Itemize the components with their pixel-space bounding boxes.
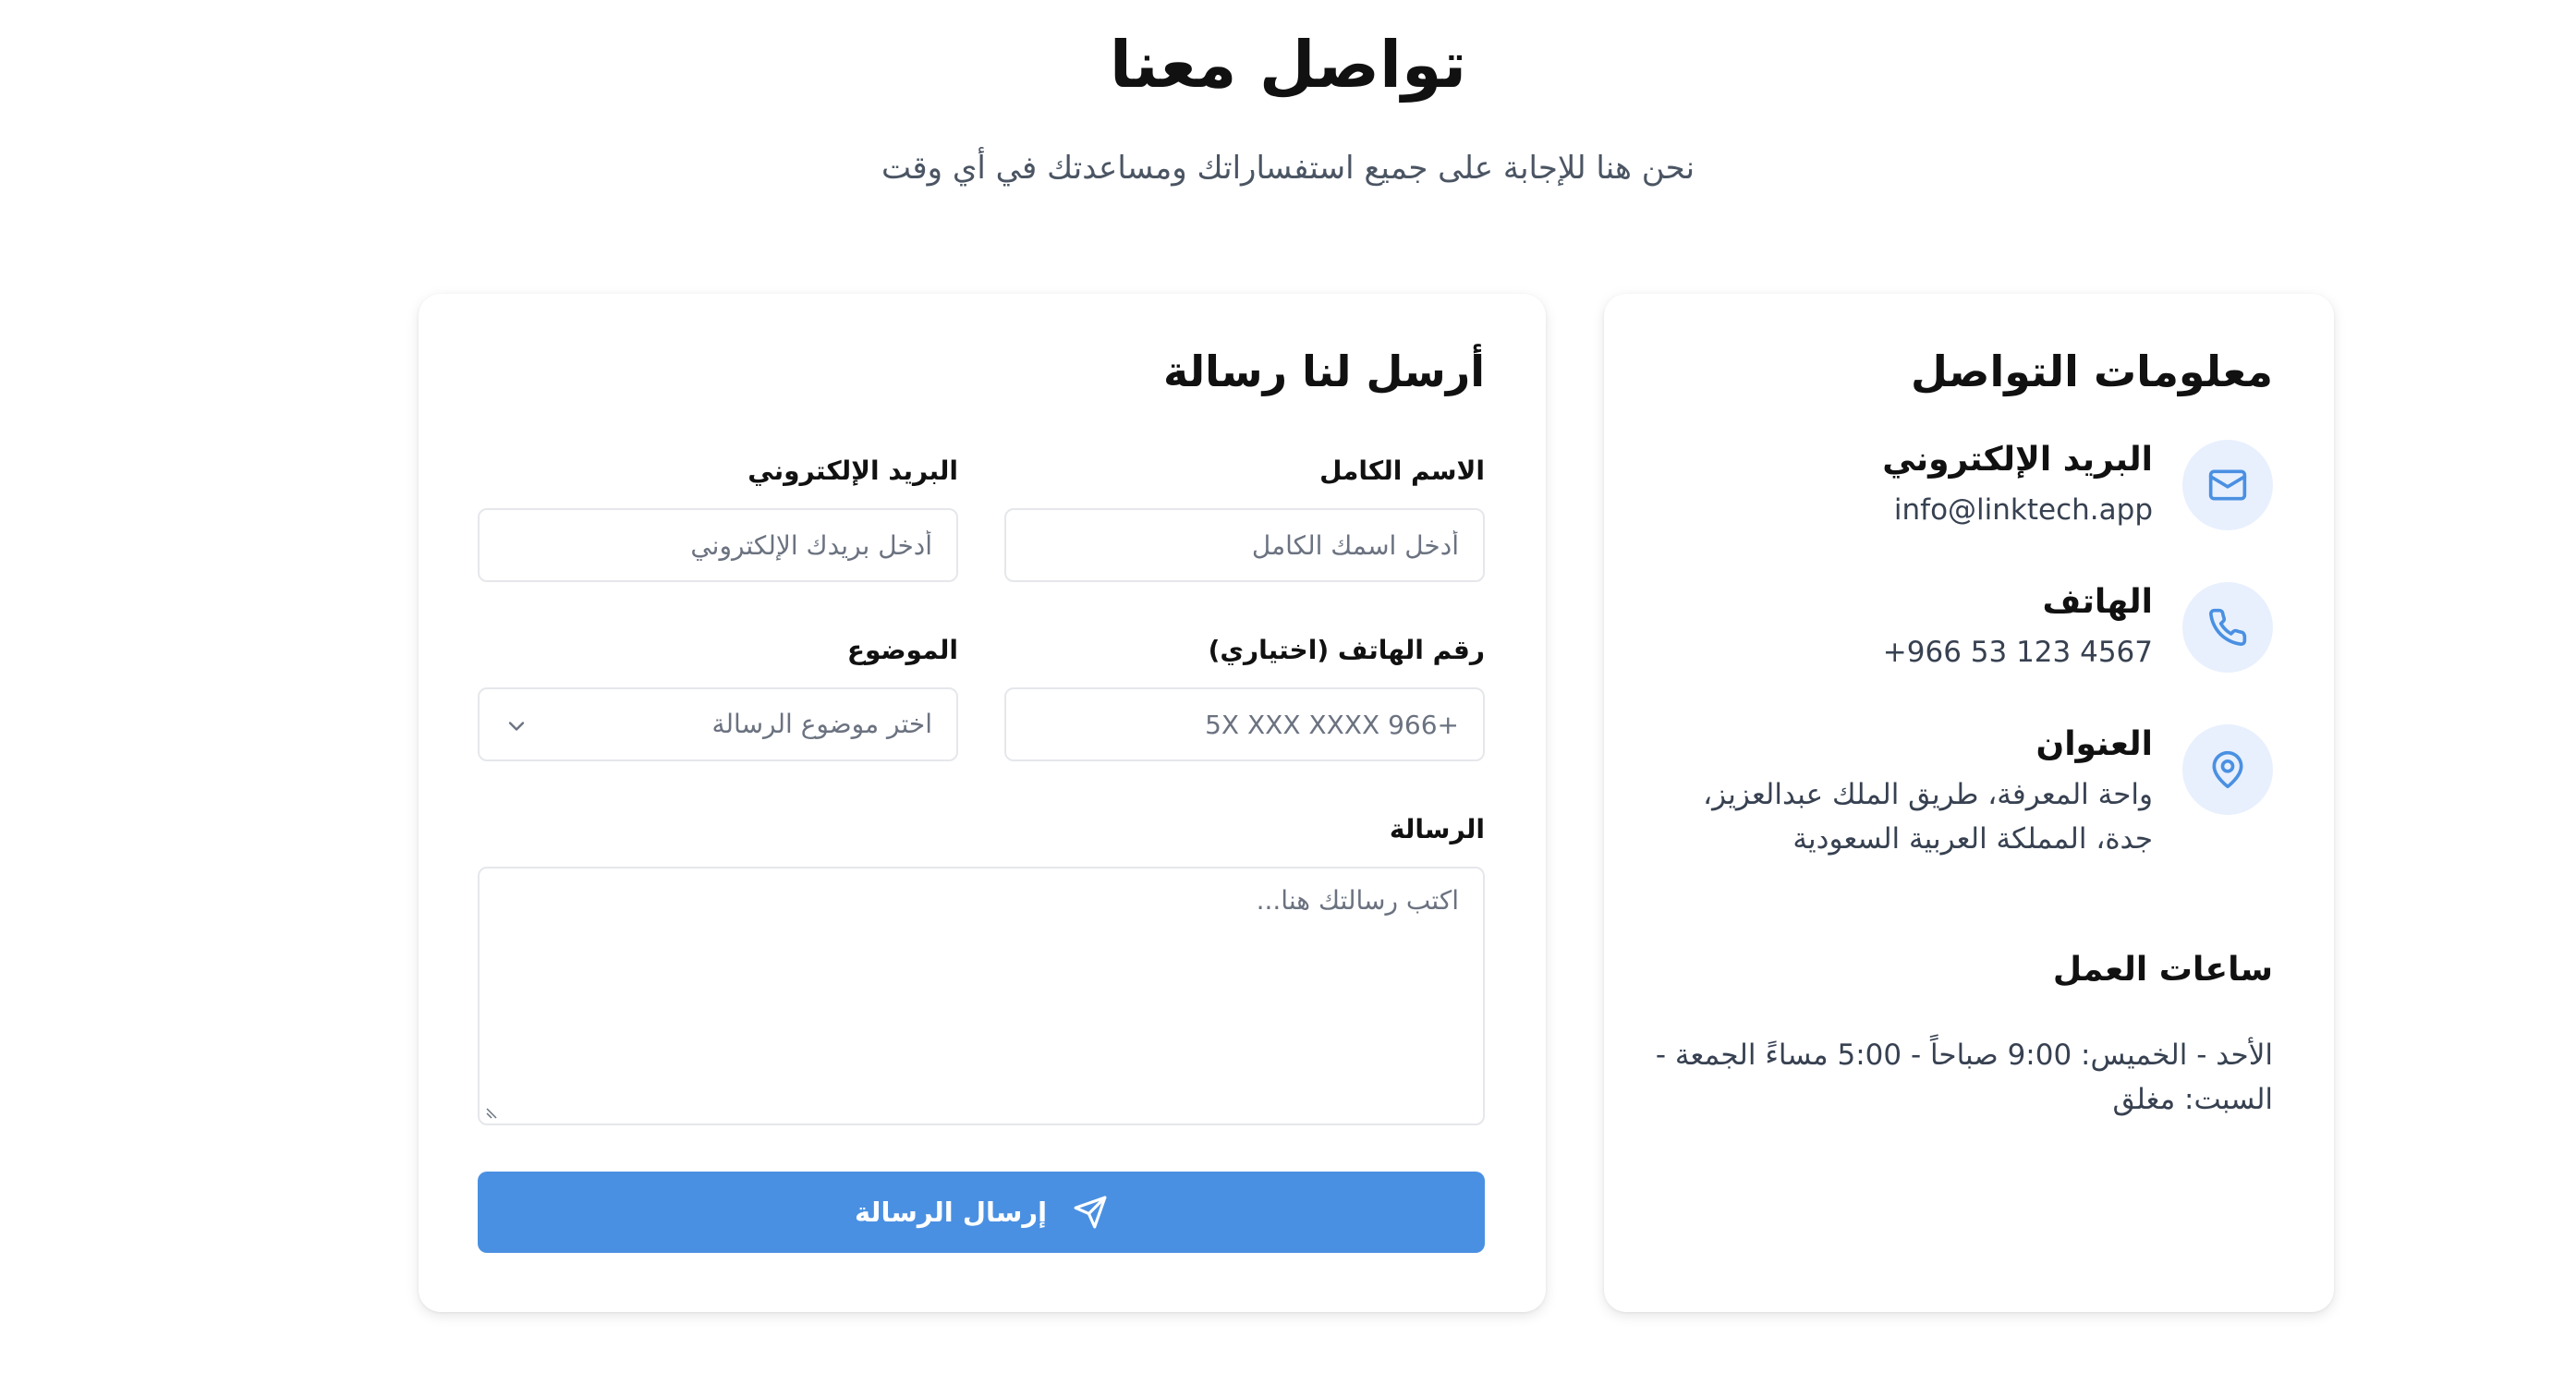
contact-address-label: العنوان [2035,725,2153,763]
subject-label: الموضوع [846,635,958,665]
subject-select[interactable]: اختر موضوع الرسالة [478,687,958,761]
page-title: تواصل معنا [1109,27,1467,103]
message-form-card: أرسل لنا رسالة الاسم الكامل البريد الإلك… [419,294,1546,1312]
email-input[interactable] [478,508,958,582]
message-label: الرسالة [1389,814,1485,844]
contact-email-item: البريد الإلكتروني info@linktech.app [1663,440,2273,569]
email-label: البريد الإلكتروني [747,456,958,486]
contact-info-title: معلومات التواصل [1911,346,2273,396]
chevron-down-icon [508,722,525,731]
phone-input[interactable] [1004,687,1485,761]
phone-label: رقم الهاتف (اختياري) [1208,635,1485,665]
contact-phone-item: الهاتف +966 53 123 4567 [1663,582,2273,711]
phone-icon [2182,582,2273,673]
full-name-label: الاسم الكامل [1319,456,1485,486]
contact-phone-value[interactable]: +966 53 123 4567 [1654,630,2153,674]
contact-phone-label: الهاتف [2042,583,2153,621]
full-name-input[interactable] [1004,508,1485,582]
submit-button[interactable]: إرسال الرسالة [478,1172,1485,1253]
submit-button-label: إرسال الرسالة [854,1197,1048,1228]
contact-address-value: واحة المعرفة، طريق الملك عبدالعزيز، جدة،… [1703,778,2153,856]
contact-email-value[interactable]: info@linktech.app [1654,488,2153,532]
send-icon [1074,1196,1107,1229]
form-title: أرسل لنا رسالة [1162,346,1485,396]
working-hours-title: ساعات العمل [2052,951,2273,989]
contact-address-item: العنوان واحة المعرفة، طريق الملك عبدالعز… [1663,724,2273,909]
resize-handle-icon[interactable] [485,1105,500,1120]
mail-icon [2182,440,2273,530]
contact-email-label: البريد الإلكتروني [1882,441,2153,479]
map-pin-icon [2182,724,2273,815]
page-subtitle: نحن هنا للإجابة على جميع استفساراتك ومسا… [881,150,1695,187]
working-hours-text: الأحد - الخميس: 9:00 صباحاً - 5:00 مساءً… [1655,1039,2273,1116]
contact-info-card: معلومات التواصل البريد الإلكتروني info@l… [1604,294,2334,1312]
message-textarea[interactable] [478,867,1485,1125]
subject-select-value: اختر موضوع الرسالة [711,709,933,739]
